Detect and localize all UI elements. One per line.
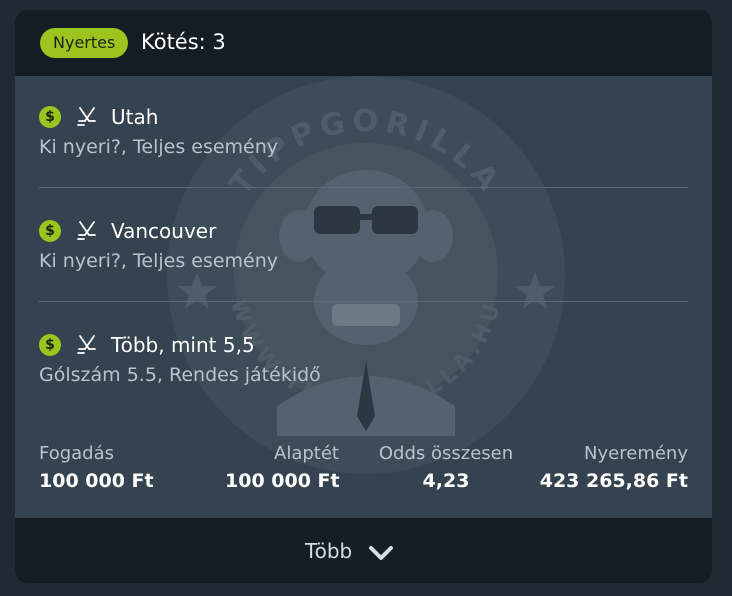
- winnings-label: Nyeremény: [584, 443, 688, 464]
- dollar-icon: $: [39, 106, 61, 128]
- base-stake-column: Alaptét 100 000 Ft: [225, 441, 340, 495]
- market-name: Gólszám 5.5, Rendes játékidő: [39, 364, 321, 386]
- winnings-value: 423 265,86 Ft: [539, 470, 688, 492]
- bet-summary: Fogadás 100 000 Ft Alaptét 100 000 Ft Od…: [39, 441, 688, 501]
- chevron-down-icon: [369, 546, 393, 560]
- bet-item[interactable]: $ Utah Ki nyeri?, Teljes esemény: [39, 103, 689, 158]
- hockey-icon: [77, 221, 96, 240]
- stake-value: 100 000 Ft: [39, 470, 154, 492]
- market-name: Ki nyeri?, Teljes esemény: [39, 250, 279, 272]
- card-footer: Több: [15, 518, 712, 583]
- stake-label: Fogadás: [39, 443, 115, 464]
- total-odds-value: 4,23: [422, 470, 470, 492]
- hockey-icon: [77, 107, 96, 126]
- base-stake-label: Alaptét: [274, 443, 339, 464]
- market-name: Ki nyeri?, Teljes esemény: [39, 136, 279, 158]
- selection-name: Vancouver: [111, 219, 217, 243]
- dollar-icon: $: [39, 220, 61, 242]
- dollar-icon: $: [39, 334, 61, 356]
- divider: [39, 187, 688, 188]
- more-button-label: Több: [305, 539, 353, 563]
- total-odds-column: Odds összesen 4,23: [366, 441, 526, 495]
- stake-column: Fogadás 100 000 Ft: [39, 441, 154, 495]
- selection-name: Több, mint 5,5: [111, 333, 255, 357]
- hockey-icon: [77, 335, 96, 354]
- winnings-column: Nyeremény 423 265,86 Ft: [540, 441, 688, 495]
- total-odds-label: Odds összesen: [378, 443, 514, 464]
- base-stake-value: 100 000 Ft: [225, 470, 340, 492]
- bet-item[interactable]: $ Vancouver Ki nyeri?, Teljes esemény: [39, 217, 689, 272]
- more-button[interactable]: Több: [305, 536, 393, 566]
- bet-slip-card: Nyertes Kötés: 3 TIPPGORILLA WWW.TIPPGOR…: [15, 10, 712, 583]
- bet-count-title: Kötés: 3: [141, 30, 226, 54]
- card-header: Nyertes Kötés: 3: [15, 10, 712, 76]
- status-badge: Nyertes: [40, 28, 129, 58]
- bet-item[interactable]: $ Több, mint 5,5 Gólszám 5.5, Rendes ját…: [39, 331, 689, 386]
- selection-name: Utah: [111, 105, 159, 129]
- divider: [39, 301, 688, 302]
